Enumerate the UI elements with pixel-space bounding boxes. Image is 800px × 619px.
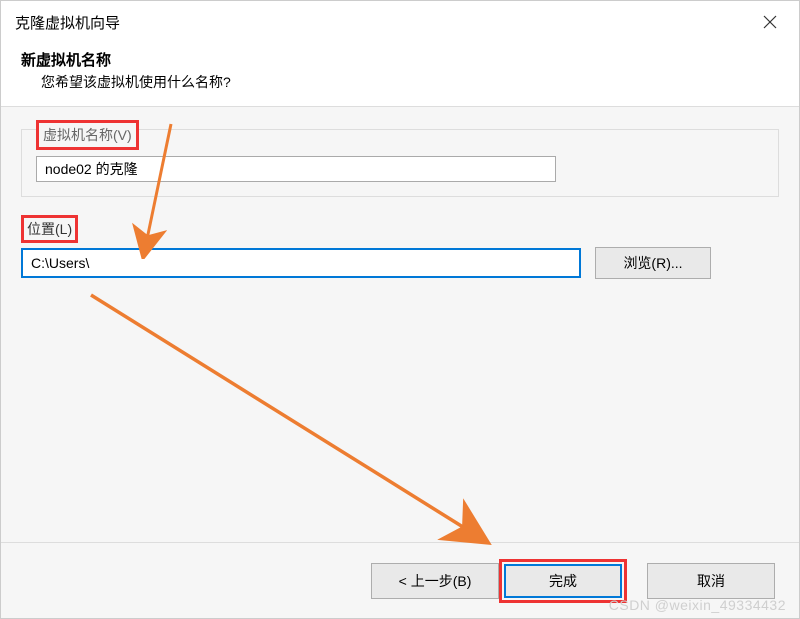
location-group: 位置(L) 浏览(R)... xyxy=(21,215,779,279)
vmname-input[interactable] xyxy=(36,156,556,182)
finish-highlight: 完成 xyxy=(499,559,627,603)
page-subtitle: 您希望该虚拟机使用什么名称? xyxy=(21,72,779,92)
window-title: 克隆虚拟机向导 xyxy=(15,12,120,33)
location-input[interactable] xyxy=(21,248,581,278)
close-icon xyxy=(763,15,777,29)
vmname-group: 虚拟机名称(V) xyxy=(21,129,779,197)
close-button[interactable] xyxy=(755,7,785,37)
page-title: 新虚拟机名称 xyxy=(21,49,779,70)
back-button[interactable]: < 上一步(B) xyxy=(371,563,499,599)
dialog-window: 克隆虚拟机向导 新虚拟机名称 您希望该虚拟机使用什么名称? 虚拟机名称(V) 位… xyxy=(0,0,800,619)
vmname-label: 虚拟机名称(V) xyxy=(36,120,139,150)
titlebar: 克隆虚拟机向导 xyxy=(1,1,799,41)
wizard-header: 新虚拟机名称 您希望该虚拟机使用什么名称? xyxy=(1,41,799,107)
wizard-footer: < 上一步(B) 完成 取消 xyxy=(1,542,799,618)
cancel-button[interactable]: 取消 xyxy=(647,563,775,599)
finish-button[interactable]: 完成 xyxy=(504,564,622,598)
browse-button[interactable]: 浏览(R)... xyxy=(595,247,711,279)
wizard-content: 虚拟机名称(V) 位置(L) 浏览(R)... xyxy=(1,107,799,542)
annotation-arrow-2 xyxy=(81,287,501,547)
location-label: 位置(L) xyxy=(21,215,78,243)
